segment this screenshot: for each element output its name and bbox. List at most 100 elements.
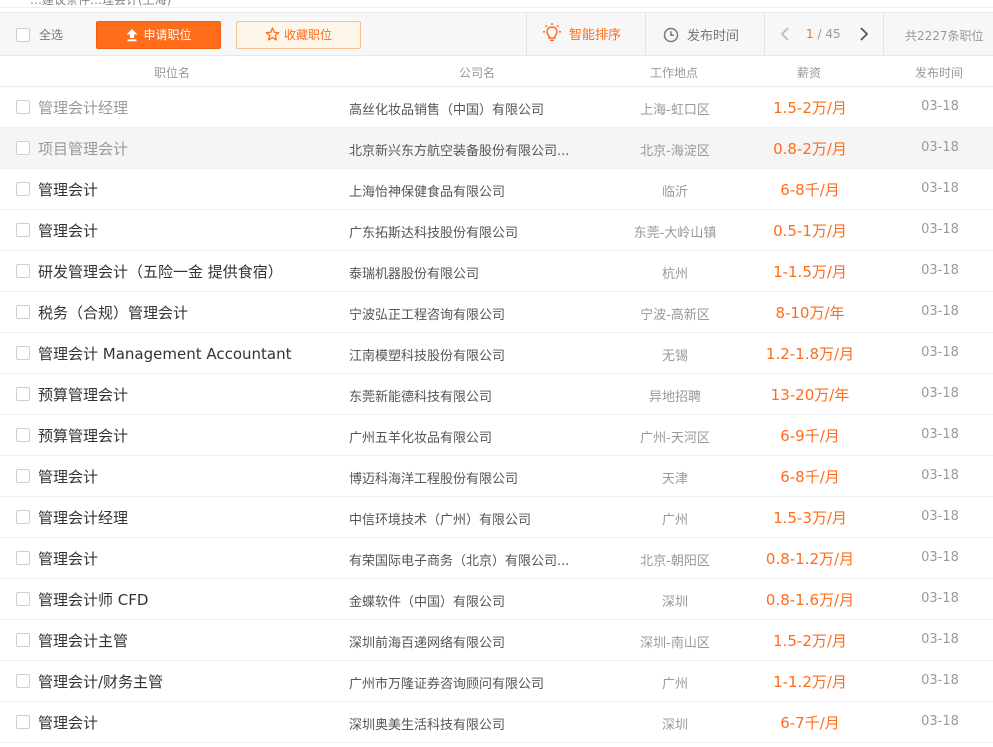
job-title[interactable]: 预算管理会计 — [38, 425, 128, 446]
job-location: 天津 — [661, 472, 688, 487]
job-checkbox[interactable] — [16, 100, 30, 114]
job-salary: 1.5-2万/月 — [773, 99, 847, 117]
job-row[interactable]: 管理会计经理 中信环境技术（广州）有限公司 广州 1.5-3万/月 03-18 — [0, 497, 993, 538]
job-date: 03-18 — [921, 386, 959, 401]
job-row[interactable]: 管理会计/财务主管 广州市万隆证券咨询顾问有限公司 广州 1-1.2万/月 03… — [0, 661, 993, 702]
job-row[interactable]: 管理会计 上海怡神保健食品有限公司 临沂 6-8千/月 03-18 — [0, 169, 993, 210]
job-checkbox[interactable] — [16, 223, 30, 237]
company-name[interactable]: 高丝化妆品销售（中国）有限公司 — [349, 99, 544, 118]
job-checkbox[interactable] — [16, 182, 30, 196]
job-title[interactable]: 管理会计 — [38, 712, 98, 733]
job-checkbox[interactable] — [16, 346, 30, 360]
job-location: 广州 — [661, 677, 688, 692]
job-checkbox[interactable] — [16, 387, 30, 401]
company-name[interactable]: 广东拓斯达科技股份有限公司 — [349, 222, 518, 241]
job-row[interactable]: 管理会计 博迈科海洋工程股份有限公司 天津 6-8千/月 03-18 — [0, 456, 993, 497]
job-title[interactable]: 管理会计主管 — [38, 630, 128, 651]
job-title[interactable]: 管理会计 — [38, 179, 98, 200]
select-all-label[interactable]: 全选 — [39, 26, 63, 43]
company-name[interactable]: 深圳奥美生活科技有限公司 — [349, 714, 505, 733]
job-date: 03-18 — [921, 345, 959, 360]
job-date: 03-18 — [921, 673, 959, 688]
job-row[interactable]: 税务（合规）管理会计 宁波弘正工程咨询有限公司 宁波-高新区 8-10万/年 0… — [0, 292, 993, 333]
sort-time-label: 发布时间 — [687, 29, 740, 44]
company-name[interactable]: 江南模塑科技股份有限公司 — [349, 345, 505, 364]
job-checkbox[interactable] — [16, 715, 30, 729]
job-checkbox[interactable] — [16, 141, 30, 155]
job-title[interactable]: 预算管理会计 — [38, 384, 128, 405]
job-checkbox[interactable] — [16, 510, 30, 524]
job-title[interactable]: 管理会计 Management Accountant — [38, 343, 292, 364]
job-checkbox[interactable] — [16, 428, 30, 442]
job-checkbox[interactable] — [16, 633, 30, 647]
company-name[interactable]: 深圳前海百递网络有限公司 — [349, 632, 505, 651]
job-checkbox[interactable] — [16, 674, 30, 688]
company-name[interactable]: 上海怡神保健食品有限公司 — [349, 181, 505, 200]
job-row[interactable]: 研发管理会计（五险一金 提供食宿） 泰瑞机器股份有限公司 杭州 1-1.5万/月… — [0, 251, 993, 292]
lightbulb-icon — [543, 23, 561, 42]
company-name[interactable]: 东莞新能德科技有限公司 — [349, 386, 492, 405]
company-name[interactable]: 博迈科海洋工程股份有限公司 — [349, 468, 518, 487]
sort-time[interactable]: 发布时间 — [663, 25, 739, 44]
job-list: 管理会计经理 高丝化妆品销售（中国）有限公司 上海-虹口区 1.5-2万/月 0… — [0, 87, 993, 743]
chevron-right-icon[interactable] — [858, 26, 870, 42]
job-date: 03-18 — [921, 509, 959, 524]
job-title[interactable]: 管理会计经理 — [38, 97, 128, 118]
company-name[interactable]: 中信环境技术（广州）有限公司 — [349, 509, 531, 528]
job-row[interactable]: 管理会计经理 高丝化妆品销售（中国）有限公司 上海-虹口区 1.5-2万/月 0… — [0, 87, 993, 128]
job-title[interactable]: 管理会计经理 — [38, 507, 128, 528]
job-date: 03-18 — [921, 714, 959, 729]
job-title[interactable]: 管理会计 — [38, 466, 98, 487]
job-row[interactable]: 管理会计 Management Accountant 江南模塑科技股份有限公司 … — [0, 333, 993, 374]
toolbar-divider — [764, 13, 765, 55]
company-name[interactable]: 宁波弘正工程咨询有限公司 — [349, 304, 505, 323]
job-date: 03-18 — [921, 263, 959, 278]
job-row[interactable]: 预算管理会计 广州五羊化妆品有限公司 广州-天河区 6-9千/月 03-18 — [0, 415, 993, 456]
job-location: 无锡 — [661, 349, 688, 364]
apply-button[interactable]: 申请职位 — [96, 21, 221, 49]
job-row[interactable]: 管理会计 有荣国际电子商务（北京）有限公司... 北京-朝阳区 0.8-1.2万… — [0, 538, 993, 579]
sort-smart[interactable]: 智能排序 — [541, 23, 621, 43]
job-salary: 13-20万/年 — [770, 386, 850, 404]
company-name[interactable]: 北京新兴东方航空装备股份有限公司... — [349, 140, 569, 159]
job-title[interactable]: 税务（合规）管理会计 — [38, 302, 188, 323]
company-name[interactable]: 广州市万隆证券咨询顾问有限公司 — [349, 673, 544, 692]
job-salary: 0.8-1.6万/月 — [765, 591, 855, 609]
job-location: 北京-朝阳区 — [640, 554, 710, 569]
job-salary: 1.5-3万/月 — [773, 509, 847, 527]
job-title[interactable]: 管理会计/财务主管 — [38, 671, 163, 692]
job-row[interactable]: 管理会计师 CFD 金蝶软件（中国）有限公司 深圳 0.8-1.6万/月 03-… — [0, 579, 993, 620]
chevron-left-icon[interactable] — [779, 26, 791, 42]
job-checkbox[interactable] — [16, 592, 30, 606]
column-header-title: 职位名 — [154, 66, 191, 80]
select-all-checkbox[interactable] — [16, 28, 30, 42]
job-title[interactable]: 管理会计 — [38, 548, 98, 569]
job-checkbox[interactable] — [16, 551, 30, 565]
job-row[interactable]: 管理会计主管 深圳前海百递网络有限公司 深圳-南山区 1.5-2万/月 03-1… — [0, 620, 993, 661]
company-name[interactable]: 广州五羊化妆品有限公司 — [349, 427, 492, 446]
job-title[interactable]: 管理会计 — [38, 220, 98, 241]
job-row[interactable]: 项目管理会计 北京新兴东方航空装备股份有限公司... 北京-海淀区 0.8-2万… — [0, 128, 993, 169]
job-salary: 0.8-1.2万/月 — [765, 550, 855, 568]
job-title[interactable]: 管理会计师 CFD — [38, 589, 148, 610]
job-title[interactable]: 项目管理会计 — [38, 138, 128, 159]
job-row[interactable]: 管理会计 深圳奥美生活科技有限公司 深圳 6-7千/月 03-18 — [0, 702, 993, 743]
job-date: 03-18 — [921, 591, 959, 606]
job-row[interactable]: 预算管理会计 东莞新能德科技有限公司 异地招聘 13-20万/年 03-18 — [0, 374, 993, 415]
company-name[interactable]: 金蝶软件（中国）有限公司 — [349, 591, 505, 610]
job-checkbox[interactable] — [16, 264, 30, 278]
job-checkbox[interactable] — [16, 469, 30, 483]
job-salary: 6-7千/月 — [780, 714, 840, 732]
company-name[interactable]: 有荣国际电子商务（北京）有限公司... — [349, 550, 569, 569]
job-title[interactable]: 研发管理会计（五险一金 提供食宿） — [38, 261, 283, 282]
job-location: 深圳 — [661, 595, 688, 610]
job-row[interactable]: 管理会计 广东拓斯达科技股份有限公司 东莞-大岭山镇 0.5-1万/月 03-1… — [0, 210, 993, 251]
job-location: 杭州 — [661, 267, 688, 282]
job-checkbox[interactable] — [16, 305, 30, 319]
breadcrumb-left[interactable]: …建议条件 — [30, 0, 90, 7]
company-name[interactable]: 泰瑞机器股份有限公司 — [349, 263, 479, 282]
job-salary: 1-1.2万/月 — [773, 673, 847, 691]
favorite-button[interactable]: 收藏职位 — [236, 21, 361, 49]
breadcrumb-right[interactable]: …理会计(上海) — [90, 0, 171, 7]
job-location: 宁波-高新区 — [640, 308, 710, 323]
